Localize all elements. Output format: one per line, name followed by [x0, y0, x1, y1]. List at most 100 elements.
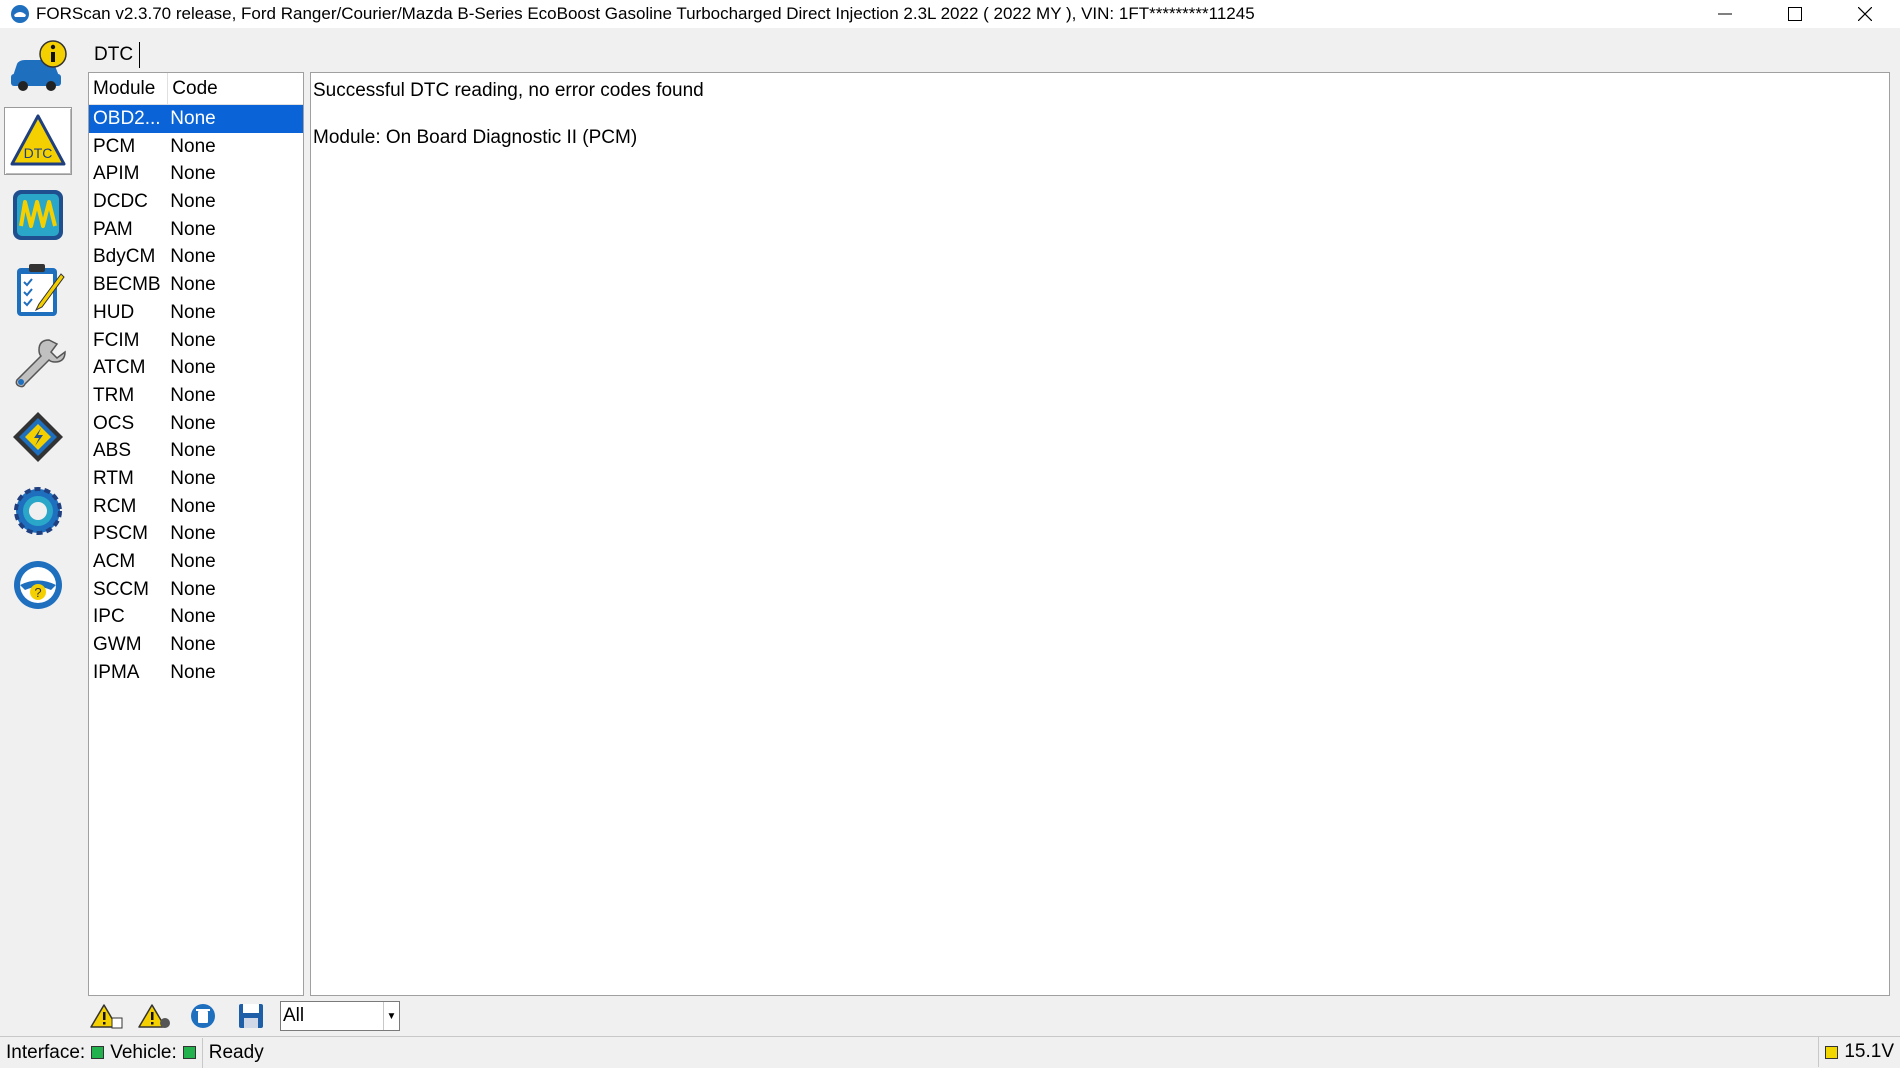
table-row[interactable]: RCM None — [89, 493, 303, 521]
clear-warning-button[interactable] — [136, 1000, 174, 1032]
table-row[interactable]: PCM None — [89, 133, 303, 161]
interface-label: Interface: — [6, 1041, 86, 1063]
warning-read-icon — [90, 1004, 123, 1029]
help-button[interactable]: ? — [4, 551, 72, 619]
list-rows: OBD2... None PCM None APIM None DCDC None PAM Non… — [89, 105, 303, 686]
table-row[interactable]: ACM None — [89, 548, 303, 576]
cell-code: None — [170, 108, 216, 129]
dtc-warning-icon: DTC — [10, 114, 66, 166]
cell-code: None — [170, 246, 216, 268]
cell-code: None — [170, 440, 216, 462]
cell-code: None — [170, 578, 216, 600]
status-text: Ready — [203, 1038, 270, 1068]
table-row[interactable]: ATCM None — [89, 354, 303, 382]
vehicle-info-button[interactable] — [4, 33, 72, 101]
settings-button[interactable] — [4, 477, 72, 545]
main-toolbar: DTC ? — [0, 33, 78, 621]
cell-code: None — [170, 274, 216, 296]
cell-module: IPC — [93, 606, 125, 628]
table-row[interactable]: RTM None — [89, 465, 303, 493]
wrench-icon — [15, 339, 66, 388]
cell-code: None — [170, 606, 216, 628]
detail-module: Module: On Board Diagnostic II (PCM) — [313, 127, 638, 148]
cell-module: TRM — [93, 384, 135, 406]
table-row[interactable]: BECMB None — [89, 271, 303, 299]
table-row[interactable]: BdyCM None — [89, 243, 303, 271]
svg-text:?: ? — [34, 585, 41, 600]
cell-module: FCIM — [93, 329, 140, 351]
read-dtc-button[interactable] — [88, 1000, 126, 1032]
cell-code: None — [170, 191, 216, 213]
cell-code: None — [170, 551, 216, 572]
table-row[interactable]: PSCM None — [89, 520, 303, 548]
maximize-button[interactable] — [1760, 0, 1830, 28]
table-row[interactable]: DCDC None — [89, 188, 303, 216]
table-row[interactable]: ABS None — [89, 437, 303, 465]
table-row[interactable]: OBD2... None — [89, 105, 303, 133]
table-row[interactable]: SCCM None — [89, 576, 303, 604]
clear-dtc-icon — [191, 1004, 215, 1028]
warning-clear-icon — [138, 1004, 170, 1028]
chevron-down-icon[interactable]: ▼ — [383, 1002, 399, 1030]
table-row[interactable]: HUD None — [89, 299, 303, 327]
cell-code: None — [170, 412, 216, 434]
cell-code: None — [170, 329, 216, 351]
cell-module: RTM — [93, 467, 134, 489]
cell-code: None — [170, 163, 216, 185]
table-row[interactable]: OCS None — [89, 410, 303, 438]
cell-code: None — [170, 634, 216, 656]
dtc-button[interactable]: DTC — [4, 107, 72, 175]
table-row[interactable]: GWM None — [89, 631, 303, 659]
cell-module: OBD2... — [93, 108, 161, 129]
table-row[interactable]: FCIM None — [89, 327, 303, 355]
dtc-action-bar: All ▼ — [88, 1000, 400, 1032]
clear-dtc-button[interactable] — [184, 1000, 222, 1032]
cell-module: BdyCM — [93, 246, 156, 268]
oscilloscope-button[interactable] — [4, 181, 72, 249]
table-row[interactable]: APIM None — [89, 160, 303, 188]
cell-module: SCCM — [93, 578, 149, 600]
list-header: Module Code — [89, 73, 303, 105]
status-bar: Interface: Vehicle: Ready 15.1V — [0, 1036, 1900, 1068]
save-button[interactable] — [232, 1000, 270, 1032]
tests-button[interactable] — [4, 255, 72, 323]
dtc-detail-panel: Successful DTC reading, no error codes f… — [310, 72, 1890, 996]
vehicle-label: Vehicle: — [110, 1041, 177, 1063]
cell-module: GWM — [93, 634, 142, 656]
cell-module: RCM — [93, 495, 137, 517]
maximize-icon — [1788, 7, 1802, 21]
column-header-code[interactable]: Code — [168, 73, 303, 104]
table-row[interactable]: IPC None — [89, 603, 303, 631]
cell-code: None — [170, 218, 216, 240]
vehicle-status-indicator — [182, 1046, 196, 1059]
minimize-button[interactable] — [1690, 0, 1760, 28]
service-button[interactable] — [4, 329, 72, 397]
chip-icon — [13, 412, 63, 462]
title-bar: FORScan v2.3.70 release, Ford Ranger/Cou… — [0, 0, 1900, 28]
cell-code: None — [170, 384, 216, 406]
checklist-icon — [17, 264, 65, 316]
battery-voltage: 15.1V — [1818, 1037, 1894, 1067]
cell-module: ABS — [93, 440, 132, 462]
detail-message: Successful DTC reading, no error codes f… — [313, 80, 704, 101]
table-row[interactable]: IPMA None — [89, 659, 303, 687]
configuration-button[interactable] — [4, 403, 72, 471]
car-info-icon — [11, 40, 67, 91]
cell-code: None — [170, 357, 216, 379]
tab-dtc[interactable]: DTC — [88, 42, 141, 68]
dtc-filter-select[interactable]: All ▼ — [280, 1001, 400, 1031]
status-ready: Ready — [208, 1041, 264, 1063]
cell-module: PAM — [93, 218, 133, 240]
filter-selected-value: All — [283, 1005, 305, 1026]
cell-module: PCM — [93, 135, 136, 157]
table-row[interactable]: TRM None — [89, 382, 303, 410]
cell-module: HUD — [93, 301, 135, 323]
column-header-module[interactable]: Module — [89, 73, 169, 104]
close-button[interactable] — [1830, 0, 1900, 28]
table-row[interactable]: PAM None — [89, 216, 303, 244]
voltage-value: 15.1V — [1844, 1041, 1894, 1062]
save-icon — [239, 1004, 263, 1028]
forscan-app-icon — [11, 5, 29, 23]
cell-module: PSCM — [93, 523, 148, 545]
dtc-module-list[interactable]: Module Code OBD2... None PCM None APIM None DC… — [88, 72, 304, 996]
